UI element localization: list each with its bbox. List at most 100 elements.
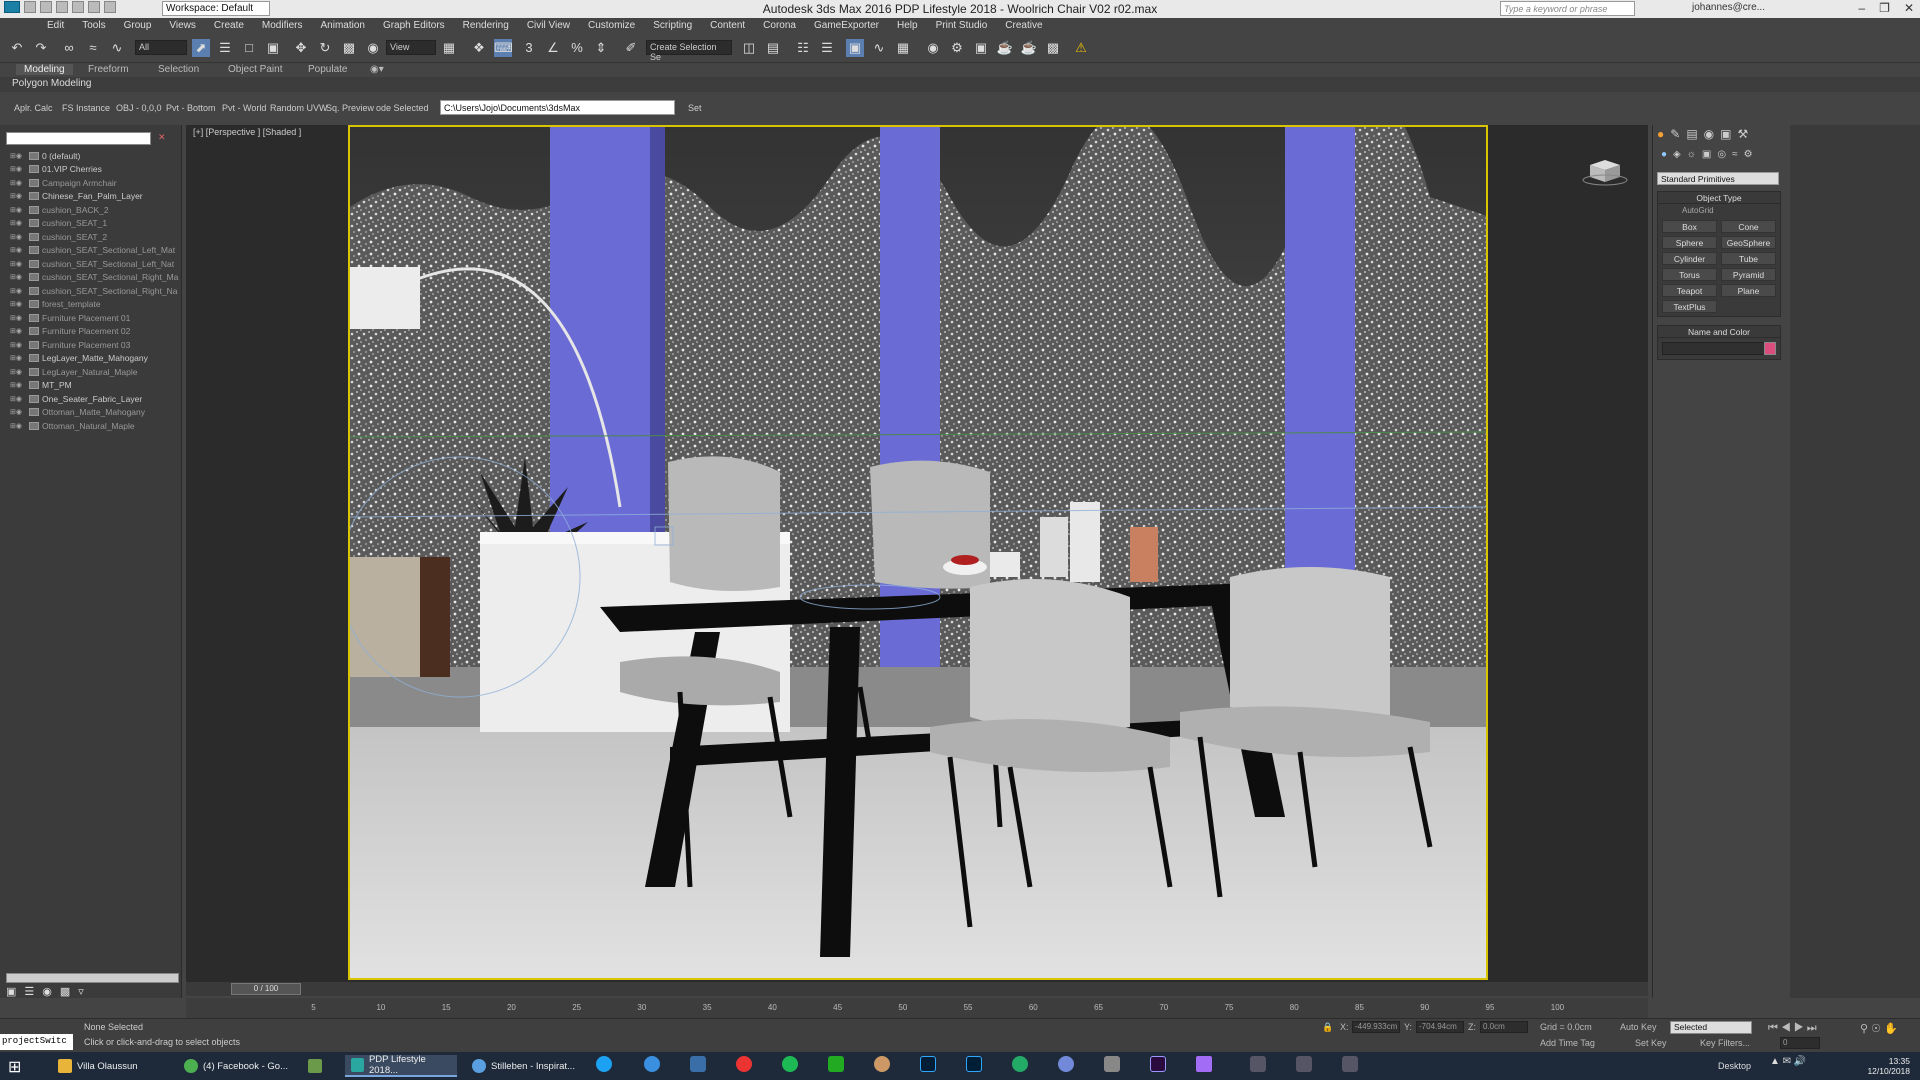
edit-named-selection-icon[interactable]: ✐ <box>622 39 640 57</box>
layer-item[interactable]: ⊞◉ cushion_BACK_2 <box>10 203 178 217</box>
layer-item[interactable]: ⊞◉ Furniture Placement 03 <box>10 338 178 352</box>
horizontal-scrollbar[interactable] <box>6 973 179 983</box>
layer-item[interactable]: ⊞◉ Ottoman_Matte_Mahogany <box>10 406 178 420</box>
object-color-swatch[interactable] <box>1764 342 1776 355</box>
layer-visibility-toggle-icon[interactable]: ⊞◉ <box>10 368 26 376</box>
create-tab-icon[interactable]: ● <box>1657 127 1664 141</box>
ribbon-toggle-icon[interactable]: ▣ <box>846 39 864 57</box>
layer-explorer-icon[interactable]: ▩ <box>60 985 70 998</box>
restore-icon[interactable]: ❐ <box>1879 1 1890 15</box>
systems-icon[interactable]: ⚙ <box>1744 149 1753 160</box>
cylinder-button[interactable]: Cylinder <box>1662 252 1717 265</box>
viewcube[interactable] <box>1580 150 1630 190</box>
lock-selection-icon[interactable]: 🔒 <box>1322 1022 1333 1033</box>
power-icon[interactable] <box>736 1056 752 1072</box>
layer-explorer-icon[interactable]: ☰ <box>818 39 836 57</box>
key-filters-button[interactable]: Key Filters... <box>1700 1038 1750 1048</box>
layer-item[interactable]: ⊞◉ cushion_SEAT_1 <box>10 217 178 231</box>
taskbar-app[interactable] <box>302 1055 328 1077</box>
plane-button[interactable]: Plane <box>1721 284 1776 297</box>
minimize-icon[interactable]: – <box>1858 1 1865 15</box>
layer-filter-input[interactable] <box>6 132 151 145</box>
layer-visibility-toggle-icon[interactable]: ⊞◉ <box>10 273 26 281</box>
cone-button[interactable]: Cone <box>1721 220 1776 233</box>
menu-rendering[interactable]: Rendering <box>454 18 518 35</box>
toggle-scene-explorer-icon[interactable]: ☷ <box>794 39 812 57</box>
sphere-button[interactable]: Sphere <box>1662 236 1717 249</box>
angle-snap-icon[interactable]: ∠ <box>544 39 562 57</box>
layer-item[interactable]: ⊞◉ MT_PM <box>10 379 178 393</box>
textplus-button[interactable]: TextPlus <box>1662 300 1717 313</box>
project-path-field[interactable]: C:\Users\Jojo\Documents\3dsMax <box>440 100 675 115</box>
script-pvt-bottom[interactable]: Pvt - Bottom <box>166 103 216 113</box>
layer-visibility-toggle-icon[interactable]: ⊞◉ <box>10 179 26 187</box>
menu-print-studio[interactable]: Print Studio <box>927 18 997 35</box>
mail-icon[interactable] <box>1104 1056 1120 1072</box>
app-icon[interactable] <box>1012 1056 1028 1072</box>
clear-filter-icon[interactable]: ✕ <box>158 132 166 143</box>
tube-button[interactable]: Tube <box>1721 252 1776 265</box>
after-effects-icon[interactable] <box>1150 1056 1166 1072</box>
maxscript-listener-input[interactable]: projectSwitc <box>0 1034 73 1050</box>
user-account[interactable]: johannes@cre... <box>1692 2 1765 13</box>
selection-filter-dropdown[interactable]: All <box>135 40 187 55</box>
app-icon[interactable] <box>1196 1056 1212 1072</box>
app-icon[interactable] <box>1342 1056 1358 1072</box>
add-time-tag[interactable]: Add Time Tag <box>1540 1038 1595 1048</box>
viewport-navigation-icons[interactable]: ⚲ ☉ ✋ <box>1860 1022 1898 1035</box>
menu-tools[interactable]: Tools <box>73 18 114 35</box>
space-warps-icon[interactable]: ≈ <box>1732 149 1738 160</box>
app-icon[interactable] <box>828 1056 844 1072</box>
menu-civil-view[interactable]: Civil View <box>518 18 579 35</box>
bind-space-warp-icon[interactable]: ∿ <box>108 39 126 57</box>
close-icon[interactable]: ✕ <box>1904 1 1914 15</box>
render-iterative-icon[interactable]: ☕ <box>1020 39 1038 57</box>
layer-item[interactable]: ⊞◉ forest_template <box>10 298 178 312</box>
menu-graph-editors[interactable]: Graph Editors <box>374 18 454 35</box>
layer-visibility-toggle-icon[interactable]: ⊞◉ <box>10 219 26 227</box>
script-aplr-calc[interactable]: Aplr. Calc <box>14 103 53 113</box>
system-tray-icons[interactable]: ▲ ✉ 🔊 <box>1770 1056 1830 1072</box>
select-manipulate-icon[interactable]: ❖ <box>470 39 488 57</box>
layer-item[interactable]: ⊞◉ cushion_SEAT_2 <box>10 230 178 244</box>
snaps-toggle-icon[interactable]: 3 <box>520 39 538 57</box>
taskbar-chrome[interactable]: (4) Facebook - Go... <box>178 1055 294 1077</box>
script-random-uvw[interactable]: Random UVW <box>270 103 328 113</box>
davinci-icon[interactable] <box>874 1056 890 1072</box>
layer-visibility-toggle-icon[interactable]: ⊞◉ <box>10 354 26 362</box>
teamviewer-icon[interactable] <box>644 1056 660 1072</box>
app-icon[interactable] <box>1250 1056 1266 1072</box>
object-type-header[interactable]: Object Type <box>1658 192 1780 204</box>
script-node-selected[interactable]: ode Selected <box>376 103 429 113</box>
layer-visibility-toggle-icon[interactable]: ⊞◉ <box>10 300 26 308</box>
helpers-icon[interactable]: ◎ <box>1717 149 1726 160</box>
layer-visibility-toggle-icon[interactable]: ⊞◉ <box>10 260 26 268</box>
windows-start-icon[interactable]: ⊞ <box>8 1057 24 1076</box>
undo-icon[interactable]: ↶ <box>8 39 26 57</box>
scale-icon[interactable]: ▩ <box>340 39 358 57</box>
script-sq-preview[interactable]: Sq. Preview <box>326 103 374 113</box>
box-button[interactable]: Box <box>1662 220 1717 233</box>
layer-item[interactable]: ⊞◉ cushion_SEAT_Sectional_Right_Na <box>10 284 178 298</box>
link-icon[interactable]: ∞ <box>60 39 78 57</box>
lightroom-icon[interactable] <box>966 1056 982 1072</box>
named-selection-dropdown[interactable]: Create Selection Se <box>646 40 732 62</box>
search-input[interactable]: Type a keyword or phrase <box>1500 1 1635 16</box>
align-icon[interactable]: ▤ <box>764 39 782 57</box>
redo-icon[interactable]: ↷ <box>32 39 50 57</box>
app-icon[interactable] <box>1296 1056 1312 1072</box>
layer-visibility-toggle-icon[interactable]: ⊞◉ <box>10 246 26 254</box>
key-selection-dropdown[interactable]: Selected <box>1670 1021 1752 1034</box>
select-object-icon[interactable]: ⬈ <box>192 39 210 57</box>
tab-populate[interactable]: Populate <box>308 64 347 75</box>
layer-item[interactable]: ⊞◉ Furniture Placement 01 <box>10 311 178 325</box>
playback-controls[interactable]: ⏮ ◀ ▶ ⏭ <box>1768 1022 1817 1035</box>
system-clock[interactable]: 13:35 12/10/2018 <box>1867 1056 1910 1076</box>
sort-by-layer-icon[interactable]: ☰ <box>24 985 34 998</box>
current-frame-field[interactable]: 0 <box>1780 1037 1820 1049</box>
discord-icon[interactable] <box>1058 1056 1074 1072</box>
warning-icon[interactable]: ⚠ <box>1072 39 1090 57</box>
tab-selection[interactable]: Selection <box>158 64 199 75</box>
menu-views[interactable]: Views <box>160 18 205 35</box>
taskbar-3dsmax[interactable]: PDP Lifestyle 2018... <box>345 1054 457 1077</box>
